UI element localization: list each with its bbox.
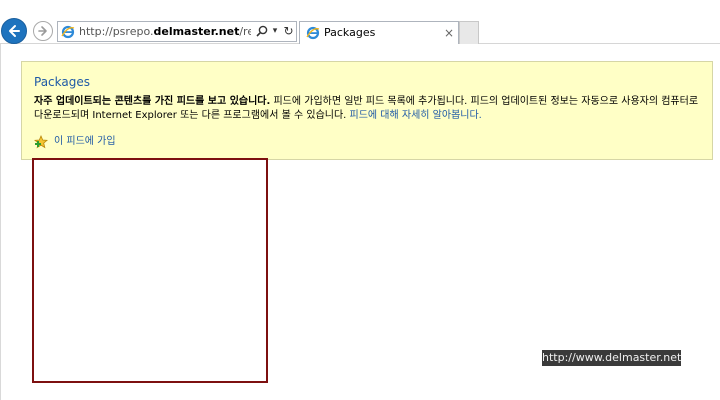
browser-toolbar: http://psrepo.delmaster.net/repo/nuget/l…	[0, 0, 720, 44]
feed-description-bold: 자주 업데이트되는 콘텐츠를 가진 피드를 보고 있습니다.	[34, 96, 271, 107]
url-path: /repo/nuget/l	[239, 25, 251, 38]
highlight-frame	[32, 158, 268, 383]
ie-logo-icon	[306, 26, 320, 40]
tab-packages[interactable]: Packages ×	[299, 21, 459, 44]
close-tab-icon[interactable]: ×	[443, 25, 455, 41]
add-favorite-star-icon	[34, 135, 48, 149]
url-domain: delmaster.net	[153, 25, 240, 38]
address-url[interactable]: http://psrepo.delmaster.net/repo/nuget/l	[79, 24, 251, 40]
magnifier-icon[interactable]	[255, 24, 269, 39]
ie-logo-icon	[61, 25, 75, 39]
feed-description: 자주 업데이트되는 콘텐츠를 가진 피드를 보고 있습니다. 피드에 가입하면 …	[34, 95, 702, 123]
tab-title: Packages	[324, 26, 376, 39]
subscribe-label: 이 피드에 가입	[54, 136, 116, 147]
dropdown-arrow-icon[interactable]: ▾	[270, 24, 280, 39]
new-tab-button[interactable]	[459, 21, 479, 44]
url-prefix: http://psrepo.	[79, 25, 154, 38]
address-bar[interactable]: http://psrepo.delmaster.net/repo/nuget/l…	[57, 21, 297, 42]
feed-info-banner: Packages 자주 업데이트되는 콘텐츠를 가진 피드를 보고 있습니다. …	[21, 61, 713, 160]
forward-button[interactable]	[33, 21, 53, 41]
page-edge	[0, 44, 1, 400]
forward-arrow-icon	[38, 26, 47, 36]
refresh-icon[interactable]: ↻	[282, 24, 295, 39]
learn-more-link[interactable]: 피드에 대해 자세히 알아봅니다.	[350, 110, 482, 121]
watermark: http://www.delmaster.net	[542, 350, 682, 366]
feed-title: Packages	[34, 75, 90, 89]
back-button[interactable]	[1, 18, 27, 44]
back-arrow-icon	[9, 25, 20, 37]
